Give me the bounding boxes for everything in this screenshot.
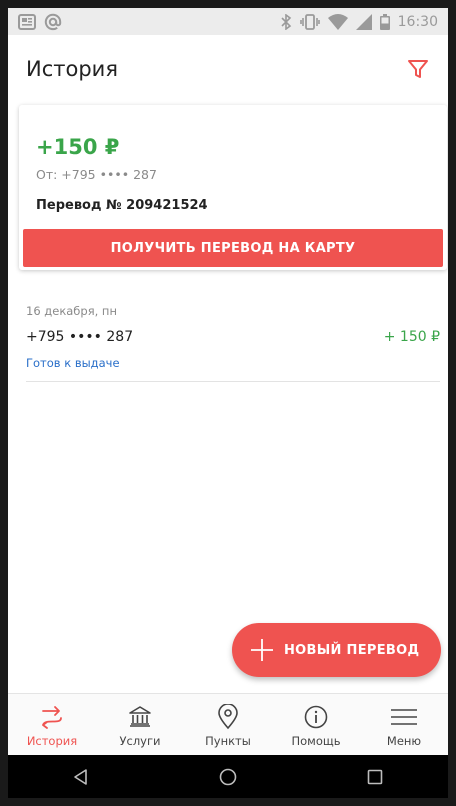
new-transfer-label: НОВЫЙ ПЕРЕВОД (284, 642, 420, 658)
history-item-amount: + 150 ₽ (383, 329, 440, 345)
nav-item-history[interactable]: История (8, 694, 96, 748)
transfer-amount: +150 ₽ (36, 135, 120, 159)
news-icon (18, 13, 36, 30)
nav-item-services[interactable]: Услуги (96, 694, 184, 748)
list-divider (26, 381, 440, 382)
hamburger-menu-icon (389, 703, 419, 731)
bottom-navigation: История Услуги Пункты Помощь Меню (8, 693, 448, 755)
status-bar: 16:30 (8, 8, 448, 35)
status-bar-right: 16:30 (280, 13, 438, 30)
nav-label-help: Помощь (291, 734, 341, 748)
at-sign-icon (44, 13, 62, 31)
filter-button[interactable] (404, 55, 432, 83)
vibrate-icon (299, 13, 320, 30)
app-bar: История (8, 35, 448, 103)
nav-item-menu[interactable]: Меню (360, 694, 448, 748)
nav-label-menu: Меню (386, 734, 422, 748)
phone-screen: 16:30 История +150 ₽ От: +795 •••• 287 П… (8, 8, 448, 798)
new-transfer-button[interactable]: НОВЫЙ ПЕРЕВОД (232, 623, 441, 677)
status-bar-left (18, 13, 62, 31)
info-icon (301, 703, 331, 731)
wifi-icon (327, 13, 348, 30)
history-list-item[interactable]: 16 декабря, пн +795 •••• 287 + 150 ₽ Гот… (26, 298, 440, 382)
status-time: 16:30 (397, 13, 438, 30)
transfer-arrows-icon (37, 703, 67, 731)
system-navigation-bar (8, 755, 448, 798)
home-icon (219, 768, 237, 785)
page-title: История (26, 57, 118, 81)
home-button[interactable] (208, 757, 248, 797)
recents-button[interactable] (355, 757, 395, 797)
filter-icon (408, 60, 428, 78)
nav-label-history: История (26, 734, 78, 748)
history-item-phone: +795 •••• 287 (26, 329, 134, 345)
nav-item-help[interactable]: Помощь (272, 694, 360, 748)
nav-item-points[interactable]: Пункты (184, 694, 272, 748)
receive-to-card-button[interactable]: ПОЛУЧИТЬ ПЕРЕВОД НА КАРТУ (23, 229, 443, 267)
signal-icon (355, 13, 372, 30)
incoming-transfer-card: +150 ₽ От: +795 •••• 287 Перевод № 20942… (19, 105, 447, 270)
recents-icon (367, 769, 382, 784)
plus-icon (250, 638, 274, 662)
back-icon (74, 768, 88, 785)
bluetooth-icon (280, 13, 292, 30)
nav-label-services: Услуги (119, 734, 161, 748)
nav-label-points: Пункты (205, 734, 251, 748)
bank-icon (125, 703, 155, 731)
location-pin-icon (213, 703, 243, 731)
transfer-sender: От: +795 •••• 287 (36, 167, 157, 182)
history-item-date: 16 декабря, пн (26, 304, 117, 318)
back-button[interactable] (61, 757, 101, 797)
transfer-number: Перевод № 209421524 (36, 198, 208, 213)
battery-icon (379, 13, 390, 30)
history-item-status: Готов к выдаче (26, 356, 120, 370)
